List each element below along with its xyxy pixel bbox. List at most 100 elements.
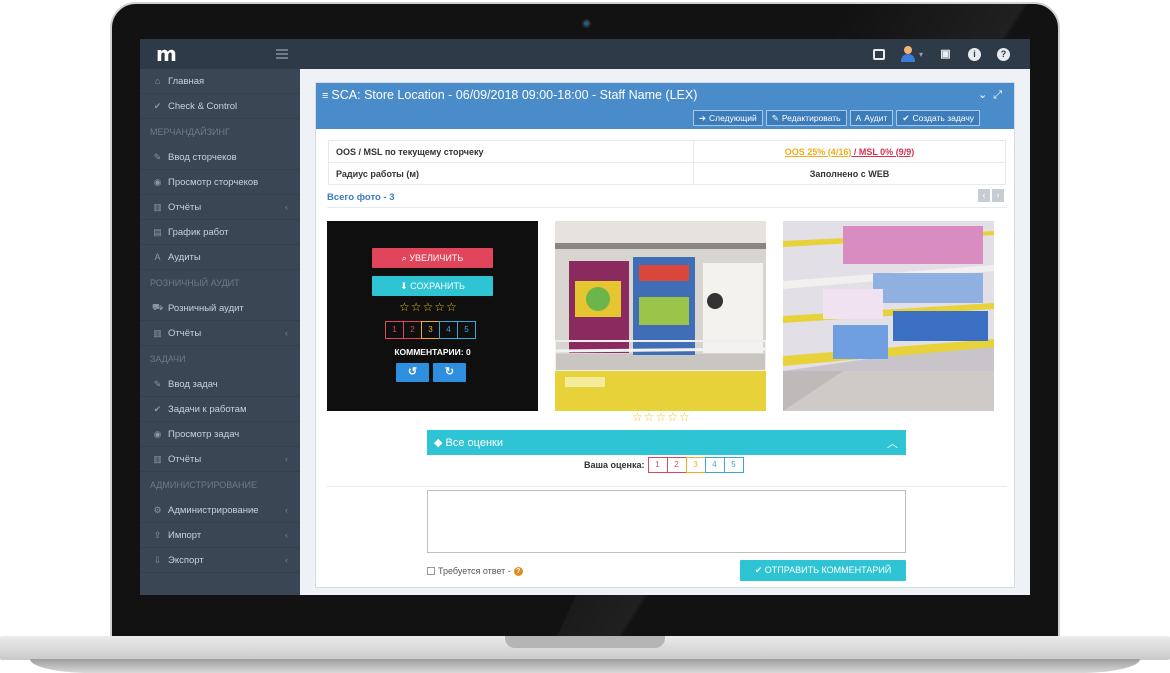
sidebar-item-label: Ввод задач <box>168 378 218 390</box>
create-task-button-label: Создать задачу <box>912 113 974 123</box>
rotate-left-icon[interactable]: ↺ <box>396 363 429 382</box>
sidebar-item[interactable]: ▤ График работ <box>140 220 300 245</box>
sidebar-item-label: Отчёты <box>168 453 202 465</box>
sidebar-item[interactable]: ⚙ Администрирование ‹ <box>140 498 300 523</box>
radius-value: Заполнено с WEB <box>693 162 1006 185</box>
edit-button[interactable]: ✎ Редактировать <box>765 110 847 126</box>
zoom-button[interactable]: ⌕ УВЕЛИЧИТЬ <box>372 248 493 268</box>
your-rating-buttons: 12345 <box>647 457 744 473</box>
all-ratings-bar[interactable]: ◆ Все оценки ︿ <box>427 430 906 455</box>
star-rating[interactable]: ☆☆☆☆☆ <box>399 300 458 314</box>
sidebar-item-label: Аудиты <box>168 251 201 263</box>
requires-answer-checkbox[interactable] <box>427 567 435 575</box>
your-rating-option[interactable]: 1 <box>647 457 668 473</box>
sidebar-item-label: График работ <box>168 226 229 238</box>
menu-toggle-icon[interactable] <box>276 49 288 59</box>
sidebar-item[interactable]: ⇪ Импорт ‹ <box>140 523 300 548</box>
sidebar-item[interactable]: ✎ Ввод сторчеков <box>140 145 300 170</box>
logo[interactable]: m <box>156 44 178 64</box>
radius-label: Радиус работы (м) <box>328 162 694 185</box>
chevron-right-icon[interactable]: › <box>992 189 1004 202</box>
your-rating-option[interactable]: 4 <box>704 457 725 473</box>
sidebar-item[interactable]: ◉ Просмотр сторчеков <box>140 170 300 195</box>
question-icon[interactable]: ? <box>513 566 523 576</box>
panel-title: ≡ SCA: Store Location - 06/09/2018 09:00-… <box>322 88 697 102</box>
user-avatar-icon[interactable] <box>900 46 915 62</box>
sidebar-section-header: ЗАДАЧИ <box>150 354 186 364</box>
sidebar-item[interactable]: A Аудиты <box>140 245 300 270</box>
next-icon: ➔ <box>698 113 707 123</box>
chevron-up-icon[interactable]: ︿ <box>887 435 898 451</box>
photo-1-overlay[interactable]: ⌕ УВЕЛИЧИТЬ ⬇ СОХРАНИТЬ ☆☆☆☆☆ 12345 КОММ… <box>327 221 538 411</box>
eye-icon: ◉ <box>153 428 162 439</box>
photo-rating-option[interactable]: 2 <box>403 321 422 339</box>
gears-icon: ⚙ <box>153 504 162 515</box>
sidebar-item-label: Администрирование <box>168 504 259 516</box>
edit-icon: ✎ <box>771 113 779 123</box>
sidebar-item[interactable]: ▥ Отчёты ‹ <box>140 447 300 472</box>
laptop-notch <box>505 636 665 648</box>
cart-icon: ⛟ <box>152 302 164 312</box>
oos-msl-value: OOS 25% (4/16) / MSL 0% (9/9) <box>693 140 1006 163</box>
sidebar-item[interactable]: ⛟ Розничный аудит <box>140 296 300 321</box>
your-rating: Ваша оценка: 12345 <box>584 457 744 473</box>
help-icon[interactable]: ? <box>997 47 1010 61</box>
sidebar-item-label: Розничный аудит <box>168 302 244 314</box>
chevron-left-icon: ‹ <box>285 505 288 515</box>
photo-rating-option[interactable]: 4 <box>439 321 458 339</box>
next-button[interactable]: ➔ Следующий <box>692 110 763 126</box>
sidebar-item[interactable]: ✔ Check & Control <box>140 94 300 119</box>
your-rating-option[interactable]: 5 <box>723 457 744 473</box>
oos-link[interactable]: OOS 25% (4/16) <box>785 147 852 157</box>
sidebar-item-label: Отчёты <box>168 327 202 339</box>
rotate-right-icon[interactable]: ↻ <box>433 363 466 382</box>
youtube-icon[interactable]: ▣ <box>939 48 952 61</box>
info-icon[interactable]: i <box>968 47 981 61</box>
sidebar-item[interactable]: ◉ Просмотр задач <box>140 422 300 447</box>
save-photo-button[interactable]: ⬇ СОХРАНИТЬ <box>372 276 493 296</box>
sidebar-item-label: Импорт <box>168 529 202 541</box>
photo-rating-option[interactable]: 1 <box>385 321 404 339</box>
chevron-left-icon[interactable]: ‹ <box>978 189 990 202</box>
photo-star-rating[interactable]: ☆☆☆☆☆ <box>632 410 691 424</box>
sidebar-item[interactable]: ▥ Отчёты ‹ <box>140 321 300 346</box>
your-rating-option[interactable]: 2 <box>666 457 687 473</box>
chevron-left-icon: ‹ <box>285 328 288 338</box>
storecheck-panel: ≡ SCA: Store Location - 06/09/2018 09:00-… <box>315 82 1015 588</box>
chevron-left-icon: ‹ <box>285 202 288 212</box>
camera-icon <box>582 19 591 28</box>
collapse-icon[interactable]: ⌄ <box>978 89 993 101</box>
diamond-icon: ◆ <box>434 437 446 449</box>
laptop-base-bottom <box>30 659 1140 673</box>
msl-link[interactable]: MSL 0% (9/9) <box>859 147 914 157</box>
photo-rating-option[interactable]: 5 <box>457 321 476 339</box>
your-rating-option[interactable]: 3 <box>685 457 706 473</box>
expand-icon[interactable]: ⤢ <box>993 89 1008 101</box>
sidebar-item-label: Просмотр задач <box>168 428 240 440</box>
window-icon[interactable] <box>872 48 885 60</box>
edit-button-label: Редактировать <box>781 113 841 123</box>
chevron-left-icon: ‹ <box>285 454 288 464</box>
shelf-photo-image <box>555 221 766 411</box>
comments-count: КОММЕНТАРИИ: 0 <box>394 347 471 357</box>
chevron-left-icon: ‹ <box>285 555 288 565</box>
sidebar-item[interactable]: ✎ Ввод задач <box>140 372 300 397</box>
photo-rating-option[interactable]: 3 <box>421 321 440 339</box>
separator: / <box>851 146 859 157</box>
send-comment-button[interactable]: ✔ ОТПРАВИТЬ КОММЕНТАРИЙ <box>740 560 906 581</box>
sidebar-item[interactable]: ⇩ Экспорт ‹ <box>140 548 300 573</box>
download-icon: ⇩ <box>153 554 162 565</box>
chevron-left-icon: ‹ <box>285 530 288 540</box>
photo-3[interactable] <box>783 221 994 411</box>
create-task-button[interactable]: ✔ Создать задачу <box>896 110 980 126</box>
table-row: OOS / MSL по текущему сторчеку OOS 25% (… <box>328 140 1006 163</box>
sidebar-item[interactable]: ✔ Задачи к работам <box>140 397 300 422</box>
sidebar-item-label: Главная <box>168 75 205 87</box>
audit-button[interactable]: A Аудит <box>849 110 894 126</box>
sidebar-item[interactable]: ▥ Отчёты ‹ <box>140 195 300 220</box>
comment-textarea[interactable] <box>427 490 906 553</box>
sidebar-section-header: АДМИНИСТРИРОВАНИЕ <box>150 480 257 490</box>
photo-2[interactable] <box>555 221 766 411</box>
chevron-down-icon[interactable]: ▾ <box>919 50 923 59</box>
sidebar-item[interactable]: ⌂ Главная <box>140 69 300 94</box>
